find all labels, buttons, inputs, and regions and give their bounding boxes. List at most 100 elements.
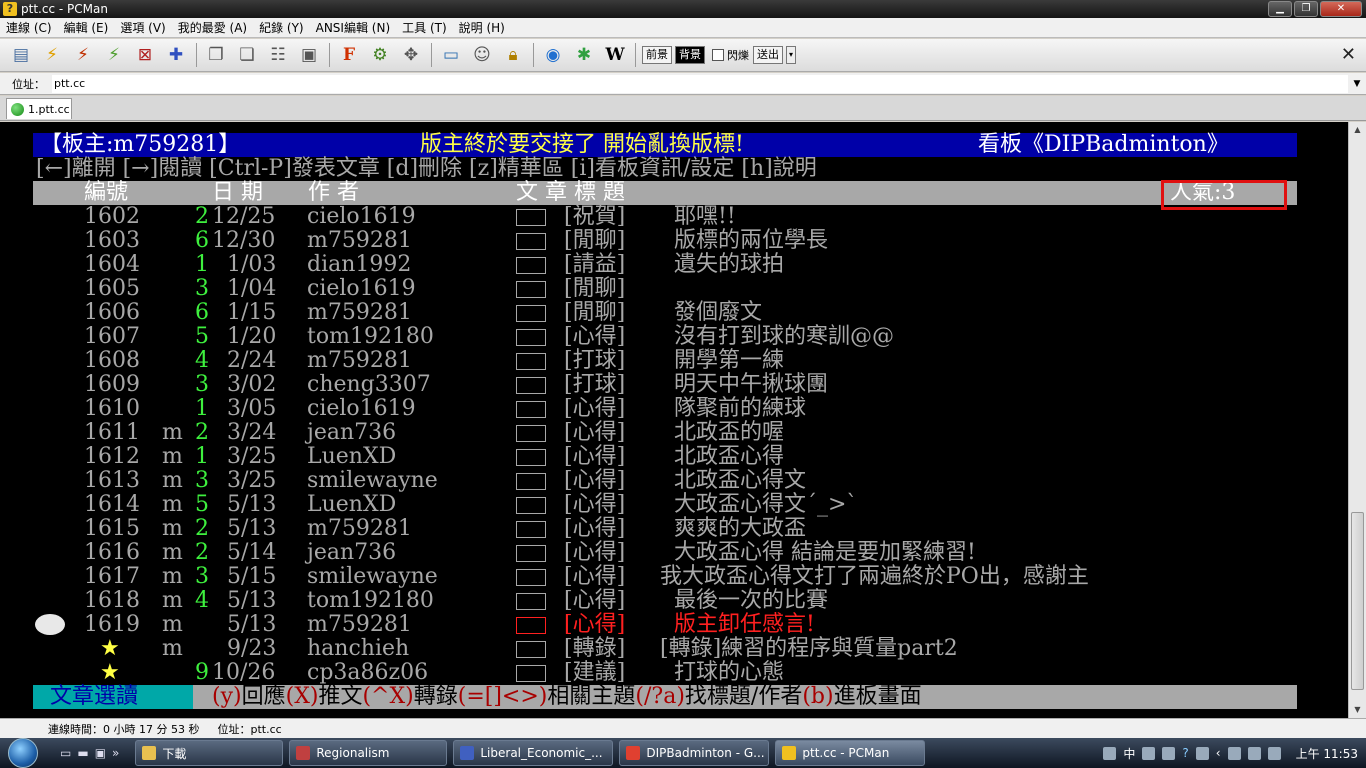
post-row[interactable]: ★ m 9/23 hanchieh [轉錄] [轉錄]練習的程序與質量part2 xyxy=(0,637,1366,661)
post-row[interactable]: 1602 2 12/25 cielo1619 [祝賀] 耶嘿!! xyxy=(0,205,1366,229)
foreground-color-button[interactable]: 前景 xyxy=(642,46,672,64)
settings-icon[interactable]: ⚙ xyxy=(367,42,393,68)
post-row[interactable]: 1612 m 1 3/25 LuenXD [心得] 北政盃心得 xyxy=(0,445,1366,469)
close-tab-icon[interactable]: ✕ xyxy=(1341,44,1356,65)
post-checkbox xyxy=(516,209,546,226)
post-checkbox xyxy=(516,281,546,298)
address-dropdown-icon[interactable]: ▼ xyxy=(1348,79,1366,89)
post-title: 爽爽的大政盃 xyxy=(674,516,807,541)
show-desktop-icon[interactable]: ▭ xyxy=(60,746,71,760)
taskbar-item[interactable]: Liberal_Economic_... xyxy=(453,740,614,766)
address-input[interactable]: ptt.cc xyxy=(52,74,1348,93)
post-row[interactable]: 1613 m 3 3/25 smilewayne [心得] 北政盃心得文 xyxy=(0,469,1366,493)
blink-checkbox[interactable] xyxy=(712,49,724,61)
emoticon-icon[interactable]: ☺ xyxy=(469,42,495,68)
menu-options[interactable]: 選項 (V) xyxy=(114,19,171,36)
tab-ptt[interactable]: 1.ptt.cc xyxy=(6,98,72,119)
menu-edit[interactable]: 編輯 (E) xyxy=(58,19,115,36)
volume-icon[interactable] xyxy=(1247,746,1261,760)
post-row[interactable]: 1606 6 1/15 m759281 [閒聊] 發個廢文 xyxy=(0,301,1366,325)
post-row[interactable]: 1615 m 2 5/13 m759281 [心得] 爽爽的大政盃 xyxy=(0,517,1366,541)
copy-icon[interactable]: ❐ xyxy=(203,42,229,68)
quick-connect-icon[interactable]: ⚡ xyxy=(39,42,65,68)
task-label: Liberal_Economic_... xyxy=(480,746,603,760)
post-date: 5/13 xyxy=(227,516,277,541)
start-button[interactable] xyxy=(0,738,46,768)
maximize-button[interactable]: ❐ xyxy=(1294,1,1318,17)
menu-favorites[interactable]: 我的最愛 (A) xyxy=(172,19,253,36)
close-connection-icon[interactable]: ⊠ xyxy=(132,42,158,68)
input-mode-icon[interactable] xyxy=(1142,746,1156,760)
status-address: 位址：ptt.cc xyxy=(217,722,282,736)
post-row[interactable]: 1617 m 3 5/15 smilewayne [心得] 我大政盃心得文打了兩遍終於PO出… xyxy=(0,565,1366,589)
fullscreen-icon[interactable]: ✥ xyxy=(398,42,424,68)
taskbar-item[interactable]: Regionalism xyxy=(289,740,448,766)
post-row[interactable]: 1609 3 3/02 cheng3307 [打球] 明天中午揪球團 xyxy=(0,373,1366,397)
post-date: 1/03 xyxy=(227,252,277,277)
lock-icon[interactable]: 🔒︎ xyxy=(500,42,526,68)
disconnect-icon[interactable]: ⚡ xyxy=(70,42,96,68)
post-row[interactable]: 1619 m 5/13 m759281 [心得] 版主卸任感言! xyxy=(0,613,1366,637)
post-row[interactable]: 1608 4 2/24 m759281 [打球] 開學第一練 xyxy=(0,349,1366,373)
menu-tools[interactable]: 工具 (T) xyxy=(396,19,453,36)
antivirus-icon[interactable] xyxy=(1227,746,1241,760)
post-row[interactable]: 1605 3 1/04 cielo1619 [閒聊] xyxy=(0,277,1366,301)
more-icon[interactable]: » xyxy=(112,746,119,760)
minimize-button[interactable]: ▁ xyxy=(1268,1,1292,17)
board-list-icon[interactable]: ▤ xyxy=(8,42,34,68)
post-row[interactable]: 1611 m 2 3/24 jean736 [心得] 北政盃的喔 xyxy=(0,421,1366,445)
reconnect-icon[interactable]: ⚡ xyxy=(101,42,127,68)
tray-expand-icon[interactable]: ‹ xyxy=(1216,746,1221,760)
post-author: LuenXD xyxy=(307,492,397,517)
post-category: [心得] xyxy=(564,588,626,613)
monitor-icon[interactable]: ▭ xyxy=(438,42,464,68)
wikipedia-icon[interactable]: W xyxy=(602,42,628,68)
ime-indicator[interactable]: 中 xyxy=(1123,745,1135,762)
menu-help[interactable]: 說明 (H) xyxy=(453,19,511,36)
post-row[interactable]: 1603 6 12/30 m759281 [閒聊] 版標的兩位學長 xyxy=(0,229,1366,253)
menu-log[interactable]: 紀錄 (Y) xyxy=(253,19,310,36)
settings-tray-icon[interactable] xyxy=(1195,746,1209,760)
post-row[interactable]: 1616 m 2 5/14 jean736 [心得] 大政盃心得 結論是要加緊練習! xyxy=(0,541,1366,565)
taskbar-item[interactable]: ptt.cc - PCMan xyxy=(775,740,926,766)
post-row[interactable]: ★ 9 10/26 cp3a86z06 [建議] 打球的心態 xyxy=(0,661,1366,685)
taskbar-item[interactable]: DIPBadminton - G... xyxy=(619,740,770,766)
menu-ansi-edit[interactable]: ANSI編輯 (N) xyxy=(310,19,397,36)
taskbar-item[interactable]: 下載 xyxy=(135,740,284,766)
post-checkbox xyxy=(516,353,546,370)
send-button[interactable]: 送出 xyxy=(753,46,783,64)
screenshot-icon[interactable]: ▣ xyxy=(296,42,322,68)
post-row[interactable]: 1604 1 1/03 dian1992 [請益] 遺失的球拍 xyxy=(0,253,1366,277)
post-row[interactable]: 1618 m 4 5/13 tom192180 [心得] 最後一次的比賽 xyxy=(0,589,1366,613)
scroll-down-icon[interactable]: ▼ xyxy=(1349,702,1366,718)
post-checkbox xyxy=(516,377,546,394)
add-favorite-icon[interactable]: ✚ xyxy=(163,42,189,68)
battery-icon[interactable] xyxy=(1267,746,1281,760)
font-icon[interactable]: F xyxy=(336,42,362,68)
keyboard-icon[interactable] xyxy=(1162,746,1176,760)
col-title: 文 章 標 題 xyxy=(516,180,625,205)
scroll-up-icon[interactable]: ▲ xyxy=(1349,122,1366,138)
background-color-button[interactable]: 背景 xyxy=(675,46,705,64)
switch-windows-icon[interactable]: ▣ xyxy=(95,746,106,760)
post-row[interactable]: 1614 m 5 5/13 LuenXD [心得] 大政盃心得文ˊ_>ˋ xyxy=(0,493,1366,517)
post-recommend-count: 5 xyxy=(195,492,209,517)
post-number: 1602 xyxy=(84,204,140,229)
copy-with-ansi-icon[interactable]: ☷ xyxy=(265,42,291,68)
post-author: cp3a86z06 xyxy=(307,660,429,685)
post-number: 1619 xyxy=(84,612,140,637)
post-row[interactable]: 1610 1 3/05 cielo1619 [心得] 隊聚前的練球 xyxy=(0,397,1366,421)
explorer-icon[interactable]: ▬ xyxy=(77,746,88,760)
post-row[interactable]: 1607 5 1/20 tom192180 [心得] 沒有打到球的寒訓@@ xyxy=(0,325,1366,349)
paste-icon[interactable]: ❏ xyxy=(234,42,260,68)
scroll-thumb[interactable] xyxy=(1351,512,1364,690)
help-icon[interactable]: ? xyxy=(1182,746,1188,760)
menu-connection[interactable]: 連線 (C) xyxy=(0,19,58,36)
terminal-scrollbar[interactable]: ▲ ▼ xyxy=(1348,122,1366,718)
board-name: 看板《DIPBadminton》 xyxy=(978,132,1229,157)
send-dropdown-icon[interactable]: ▾ xyxy=(786,46,796,64)
web-search-icon[interactable]: ◉ xyxy=(540,42,566,68)
network-icon[interactable] xyxy=(1103,746,1117,760)
close-window-button[interactable]: ✕ xyxy=(1320,1,1362,17)
flower-icon[interactable]: ✱ xyxy=(571,42,597,68)
